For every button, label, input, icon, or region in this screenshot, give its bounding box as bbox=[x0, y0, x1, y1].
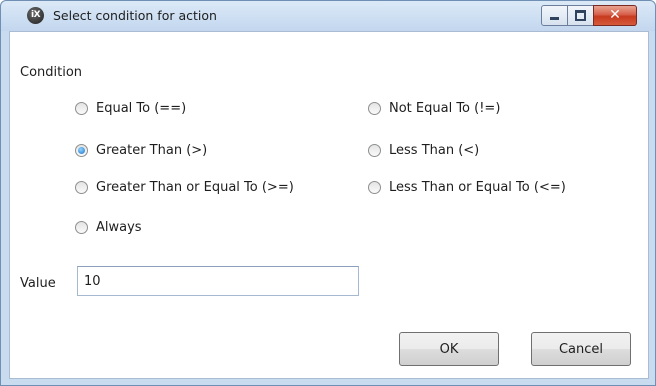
condition-group-label: Condition bbox=[20, 65, 83, 80]
radio-less-than[interactable]: Less Than (<) bbox=[368, 143, 479, 158]
radio-bullet bbox=[75, 221, 88, 234]
app-icon: iX bbox=[27, 7, 44, 24]
radio-bullet bbox=[75, 181, 88, 194]
radio-label: Less Than (<) bbox=[389, 143, 480, 158]
value-label: Value bbox=[20, 276, 56, 291]
value-input[interactable] bbox=[77, 266, 359, 296]
radio-not-equal-to[interactable]: Not Equal To (!=) bbox=[368, 101, 500, 116]
radio-label: Greater Than or Equal To (>=) bbox=[96, 180, 294, 195]
radio-always[interactable]: Always bbox=[75, 220, 142, 235]
radio-label: Less Than or Equal To (<=) bbox=[389, 180, 566, 195]
maximize-icon bbox=[575, 10, 586, 21]
cancel-button[interactable]: Cancel bbox=[531, 332, 631, 366]
minimize-button[interactable] bbox=[541, 5, 568, 26]
radio-less-than-or-equal[interactable]: Less Than or Equal To (<=) bbox=[368, 180, 566, 195]
radio-bullet bbox=[368, 181, 381, 194]
radio-greater-than[interactable]: Greater Than (>) bbox=[75, 143, 207, 158]
ok-button[interactable]: OK bbox=[399, 332, 499, 366]
radio-equal-to[interactable]: Equal To (==) bbox=[75, 101, 186, 116]
radio-greater-than-or-equal[interactable]: Greater Than or Equal To (>=) bbox=[75, 180, 294, 195]
title-bar[interactable]: iX Select condition for action ✕ bbox=[1, 1, 655, 31]
dialog-content: Condition Equal To (==) Not Equal To (!=… bbox=[9, 31, 649, 379]
close-button[interactable]: ✕ bbox=[593, 5, 637, 26]
radio-bullet bbox=[368, 102, 381, 115]
radio-label: Always bbox=[96, 220, 142, 235]
radio-bullet bbox=[368, 144, 381, 157]
close-icon: ✕ bbox=[609, 7, 621, 23]
radio-label: Greater Than (>) bbox=[96, 143, 208, 158]
radio-bullet bbox=[75, 102, 88, 115]
window-title: Select condition for action bbox=[53, 8, 217, 23]
radio-label: Not Equal To (!=) bbox=[389, 101, 501, 116]
dialog-window: iX Select condition for action ✕ Conditi… bbox=[0, 0, 656, 386]
radio-label: Equal To (==) bbox=[96, 101, 187, 116]
maximize-button[interactable] bbox=[567, 5, 594, 26]
minimize-icon bbox=[550, 17, 559, 20]
radio-bullet bbox=[75, 144, 88, 157]
